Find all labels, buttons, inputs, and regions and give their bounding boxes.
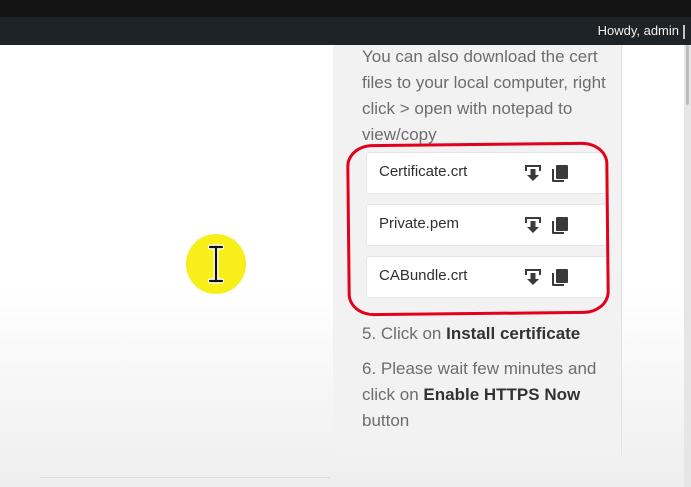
copy-icon[interactable] [550,163,570,183]
avatar [683,24,685,39]
download-icon[interactable] [523,215,543,235]
left-panel [0,45,333,487]
file-name: Certificate.crt [379,163,468,180]
download-icon[interactable] [523,267,543,287]
account-menu[interactable]: Howdy, admin [598,23,685,39]
step-6-suffix: button [362,411,410,430]
step-5-text: 5. Click on Install certificate [362,321,612,347]
ssl-instructions-card: You can also download the cert files to … [333,45,622,455]
page-content: You can also download the cert files to … [0,45,691,487]
download-instructions: You can also download the cert files to … [362,47,606,144]
file-name: CABundle.crt [379,267,468,284]
text-cursor-icon [208,244,224,284]
step-6-text: 6. Please wait few minutes and click on … [362,356,612,434]
wp-admin-bar: Howdy, admin [0,17,691,45]
copy-icon[interactable] [550,215,570,235]
step-5-strong: Install certificate [446,324,581,343]
window-top-strip [0,0,691,17]
step-5-prefix: 5. Click on [362,324,447,343]
download-icon[interactable] [523,163,543,183]
file-row-certificate: Certificate.crt [366,152,608,194]
howdy-greeting: Howdy, admin [597,23,679,38]
file-row-ca-bundle: CABundle.crt [366,256,608,298]
step-6-strong: Enable HTTPS Now [423,385,581,404]
file-row-private-key: Private.pem [366,204,608,246]
scrollbar-track[interactable] [684,45,691,487]
divider [40,477,330,478]
cursor-highlight [186,234,246,294]
scrollbar-thumb[interactable] [686,45,689,105]
copy-icon[interactable] [550,267,570,287]
file-name: Private.pem [379,215,460,232]
